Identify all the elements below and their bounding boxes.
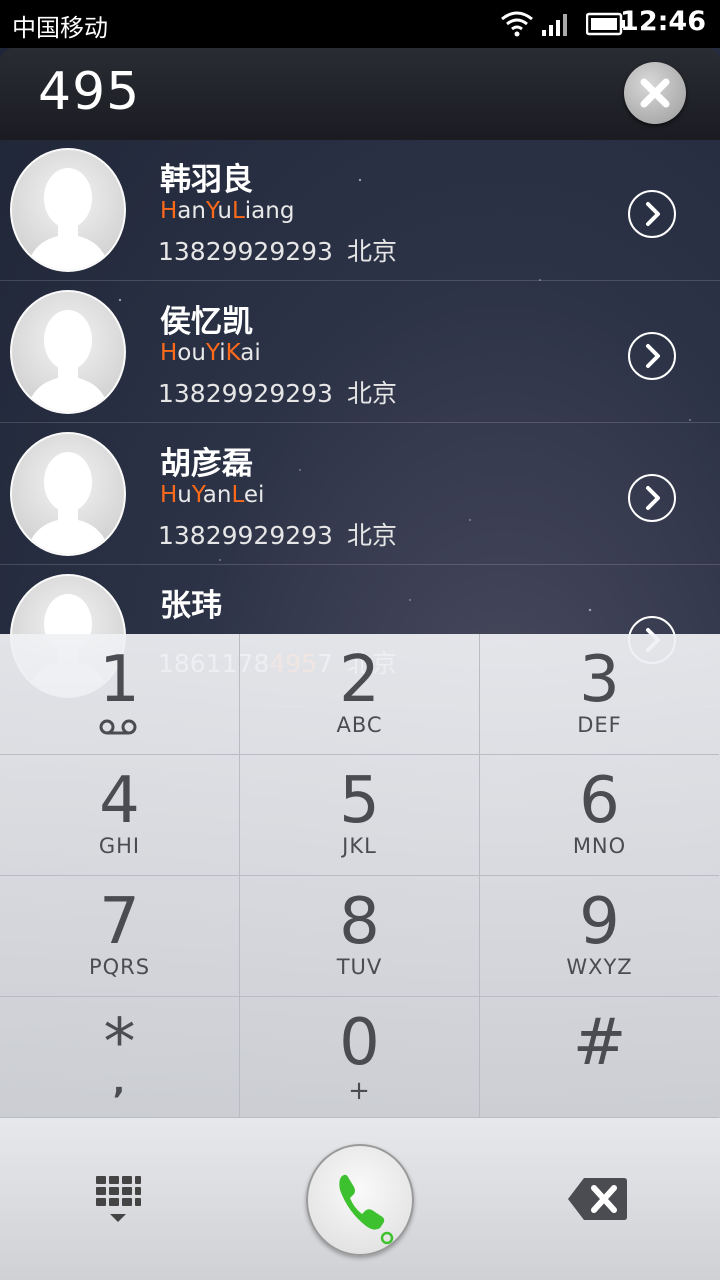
pinyin-match-highlight: L [231, 482, 244, 508]
dialer-bottom-bar [0, 1118, 720, 1280]
pinyin-match-highlight: L [231, 198, 245, 224]
voicemail-icon [98, 718, 138, 740]
contact-pinyin: HouYiKai [160, 340, 261, 366]
contact-pinyin: HanYuLiang [160, 198, 294, 224]
key-0[interactable]: 0 + [240, 997, 480, 1118]
key-6[interactable]: 6 MNO [480, 755, 719, 876]
pinyin-match-highlight: H [160, 198, 178, 224]
wifi-icon [500, 10, 534, 42]
key-letters: TUV [336, 955, 383, 979]
key-4[interactable]: 4 GHI [0, 755, 240, 876]
carrier-label: 中国移动 [12, 14, 108, 42]
chevron-right-icon [646, 344, 660, 368]
close-icon [640, 78, 670, 108]
pinyin-segment: u [217, 198, 232, 224]
avatar [10, 432, 126, 556]
call-icon [339, 1174, 394, 1245]
pinyin-segment: an [177, 198, 206, 224]
contact-phone: 13829929293 [158, 237, 333, 266]
contact-pinyin: HuYanLei [160, 482, 264, 508]
key-digit: 2 [339, 643, 380, 717]
chevron-right-icon [646, 202, 660, 226]
key-digit: 1 [99, 643, 140, 717]
key-hash[interactable]: # [480, 997, 719, 1118]
key-digit: 6 [579, 764, 620, 838]
pinyin-match-highlight: Y [191, 482, 203, 508]
contact-detail-button[interactable] [628, 332, 676, 380]
key-letters: GHI [98, 834, 141, 858]
contact-phone-line: 13829929293 北京 [158, 232, 397, 268]
key-8[interactable]: 8 TUV [240, 876, 480, 997]
contact-phone-line: 13829929293 北京 [158, 516, 397, 552]
backspace-icon[interactable] [566, 1176, 628, 1226]
clear-number-button[interactable] [624, 62, 686, 124]
pinyin-segment: an [202, 482, 232, 508]
key-letters: WXYZ [566, 955, 633, 979]
key-letters: MNO [572, 834, 627, 858]
contact-location: 北京 [346, 237, 397, 266]
contact-name: 胡彦磊 [160, 446, 253, 482]
status-bar: 中国移动 12:46 [0, 0, 720, 48]
pinyin-segment: ai [240, 340, 261, 366]
key-digit: 5 [339, 764, 380, 838]
key-letters: PQRS [88, 955, 151, 979]
pinyin-match-highlight: H [160, 482, 178, 508]
contact-detail-button[interactable] [628, 474, 676, 522]
key-5[interactable]: 5 JKL [240, 755, 480, 876]
contact-phone: 13829929293 [158, 379, 333, 408]
key-digit: 3 [579, 643, 620, 717]
contact-location: 北京 [346, 521, 397, 550]
key-letters: DEF [577, 713, 622, 737]
pinyin-segment: u [177, 482, 192, 508]
pinyin-segment: ou [177, 340, 206, 366]
contact-row[interactable]: 胡彦磊 HuYanLei 13829929293 北京 [0, 424, 720, 565]
avatar [10, 290, 126, 414]
key-digit: # [572, 1006, 627, 1080]
pinyin-match-highlight: H [160, 340, 178, 366]
key-letters: + [348, 1076, 371, 1106]
key-digit: 0 [339, 1006, 380, 1080]
dialed-number: 495 [38, 62, 141, 122]
avatar [10, 148, 126, 272]
pinyin-match-highlight: Y [205, 340, 220, 366]
dialed-number-bar: 495 [0, 48, 720, 140]
key-letters: ABC [336, 713, 383, 737]
key-digit: 9 [579, 885, 620, 959]
clock: 12:46 [620, 6, 706, 37]
contact-location: 北京 [346, 379, 397, 408]
signal-icon [540, 10, 572, 42]
call-button[interactable] [306, 1144, 414, 1256]
key-letters: JKL [342, 834, 377, 858]
key-3[interactable]: 3 DEF [480, 634, 719, 755]
pinyin-segment: iang [244, 198, 295, 224]
contact-phone-line: 13829929293 北京 [158, 374, 397, 410]
contact-row[interactable]: 侯忆凯 HouYiKai 13829929293 北京 [0, 282, 720, 423]
contact-name: 韩羽良 [160, 162, 253, 198]
dialpad-toggle-icon[interactable] [92, 1174, 144, 1230]
dial-keypad: 1 2 ABC 3 DEF 4 GHI 5 JKL 6 MNO 7 PQRS 8 TUV 9 WXYZ *, 0 + # [0, 634, 720, 1118]
chevron-right-icon [646, 486, 660, 510]
key-digit: 8 [339, 885, 380, 959]
key-star[interactable]: *, [0, 997, 240, 1118]
key-digit: 4 [99, 764, 140, 838]
key-1[interactable]: 1 [0, 634, 240, 755]
pinyin-match-highlight: K [225, 340, 241, 366]
contact-row[interactable]: 韩羽良 HanYuLiang 13829929293 北京 [0, 140, 720, 281]
pinyin-segment: ei [243, 482, 265, 508]
contact-detail-button[interactable] [628, 190, 676, 238]
key-9[interactable]: 9 WXYZ [480, 876, 719, 997]
contact-name: 张玮 [160, 588, 222, 624]
key-digit: 7 [99, 885, 140, 959]
key-2[interactable]: 2 ABC [240, 634, 480, 755]
key-7[interactable]: 7 PQRS [0, 876, 240, 997]
key-letters: , [112, 1063, 127, 1101]
contact-name: 侯忆凯 [160, 304, 253, 340]
pinyin-match-highlight: Y [205, 198, 218, 224]
contact-phone: 13829929293 [158, 521, 333, 550]
